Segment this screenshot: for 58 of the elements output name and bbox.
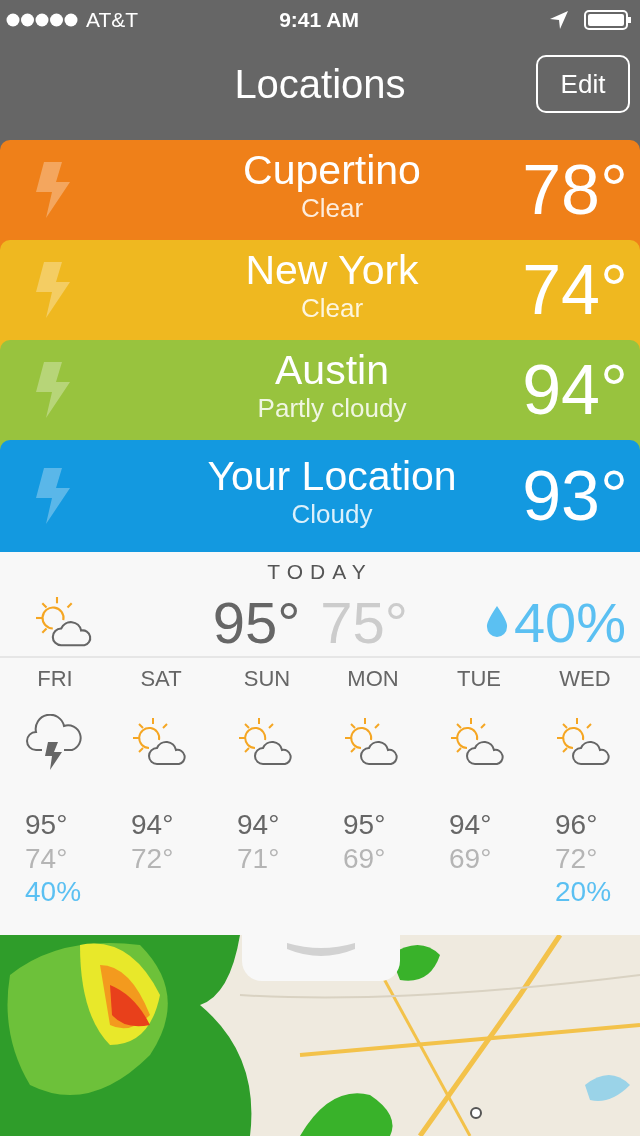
temperature: 74° — [522, 250, 628, 330]
condition-label: Partly cloudy — [257, 393, 407, 425]
low-temperature: 69° — [343, 842, 386, 876]
location-card[interactable]: Cupertino Clear 78° — [0, 140, 640, 240]
city-name: Cupertino — [243, 147, 421, 194]
temperature: 94° — [522, 350, 628, 430]
day-name: FRI — [37, 666, 73, 692]
today-heading: TODAY — [267, 560, 373, 584]
condition-label: Clear — [300, 193, 364, 225]
day-name: WED — [559, 666, 611, 692]
high-temperature: 94° — [237, 808, 280, 842]
lightning-icon — [36, 162, 70, 218]
signal-icon — [6, 13, 78, 27]
low-temperature: 72° — [555, 842, 598, 876]
low-temperature: 72° — [131, 842, 174, 876]
day-name: MON — [347, 666, 399, 692]
sun-cloud-icon — [239, 718, 295, 766]
day-name: SAT — [140, 666, 182, 692]
temperature: 93° — [522, 456, 628, 536]
low-temperature: 69° — [449, 842, 492, 876]
high-temperature: 95° — [212, 588, 301, 656]
condition-label: Clear — [300, 293, 364, 325]
pull-tab[interactable] — [242, 935, 400, 981]
low-temperature: 71° — [237, 842, 280, 876]
location-card[interactable]: Austin Partly cloudy 94° — [0, 340, 640, 440]
status-time: 9:41 AM — [279, 8, 359, 32]
raindrop-icon — [485, 606, 508, 638]
high-temperature: 94° — [449, 808, 492, 842]
day-name: SUN — [243, 666, 291, 692]
day-name: TUE — [457, 666, 501, 692]
temperature: 78° — [522, 150, 628, 230]
location-arrow-icon — [550, 11, 568, 29]
carrier-label: AT&T — [86, 8, 139, 32]
location-card[interactable]: New York Clear 74° — [0, 240, 640, 340]
high-temperature: 96° — [555, 808, 598, 842]
location-card[interactable]: Your Location Cloudy 93° — [0, 440, 640, 552]
condition-label: Cloudy — [291, 499, 373, 531]
high-temperature: 95° — [25, 808, 68, 842]
page-title: Locations — [234, 61, 406, 108]
edit-button[interactable]: Edit — [536, 55, 630, 113]
high-temperature: 94° — [131, 808, 174, 842]
sun-cloud-icon — [451, 718, 507, 766]
low-temperature: 74° — [25, 842, 68, 876]
storm-cloud-icon — [26, 714, 84, 770]
battery-icon — [584, 10, 632, 30]
precipitation-chance: 40% — [25, 876, 82, 908]
sun-cloud-icon — [345, 718, 401, 766]
lightning-icon — [36, 262, 70, 318]
lightning-icon — [36, 468, 70, 524]
sun-cloud-icon — [133, 718, 189, 766]
precipitation-chance: 20% — [555, 876, 612, 908]
high-temperature: 95° — [343, 808, 386, 842]
lightning-icon — [36, 362, 70, 418]
precipitation-chance: 40% — [513, 589, 626, 655]
sun-cloud-icon — [557, 718, 613, 766]
city-name: Your Location — [207, 453, 457, 500]
city-name: Austin — [275, 347, 389, 394]
city-name: New York — [245, 247, 419, 294]
